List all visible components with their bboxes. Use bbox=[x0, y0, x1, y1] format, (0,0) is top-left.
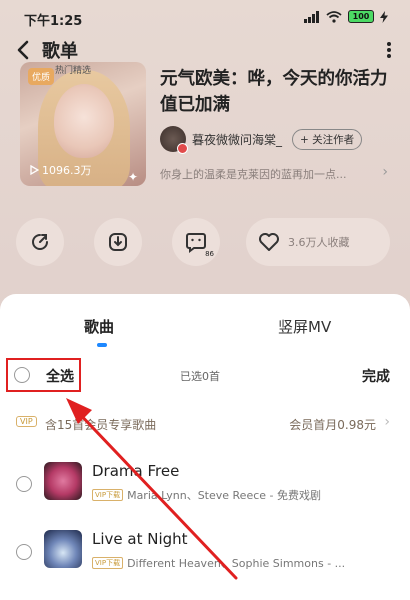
song-row[interactable]: Drama Free VIP下载 Maria Lynn、Steve Reece … bbox=[0, 456, 410, 512]
creator-name[interactable]: 暮夜微微问海棠_ bbox=[192, 131, 282, 148]
tab-songs[interactable]: 歌曲 bbox=[84, 316, 114, 337]
play-count-value: 1096.3万 bbox=[42, 164, 92, 177]
page-title: 歌单 bbox=[42, 41, 78, 62]
playlist-title: 元气欧美：哗，今天的你活力值已加满 bbox=[160, 69, 388, 115]
vip-download-badge: VIP下载 bbox=[92, 557, 124, 569]
chevron-right-icon[interactable]: › bbox=[384, 414, 390, 430]
creator-row: 暮夜微微问海棠_ + 关注作者 bbox=[160, 126, 363, 154]
song-title: Live at Night bbox=[92, 530, 188, 548]
vip-text: 含15首会员专享歌曲 bbox=[45, 418, 157, 432]
collect-button[interactable]: 3.6万人收藏 bbox=[246, 218, 390, 266]
tab-vertical-mv[interactable]: 竖屏MV bbox=[278, 316, 331, 337]
back-icon[interactable] bbox=[12, 38, 36, 62]
cover-face bbox=[54, 84, 114, 158]
cover-quality-tag: 优质 bbox=[28, 68, 55, 85]
song-meta: VIP下载 Different Heaven、Sophie Simmons - … bbox=[92, 555, 345, 571]
song-artist: Different Heaven、Sophie Simmons - ... bbox=[127, 557, 346, 570]
cover-subtitle: 热门精选 bbox=[55, 66, 92, 76]
select-all-checkbox[interactable] bbox=[14, 367, 30, 383]
status-icons: 100 bbox=[304, 10, 388, 23]
avatar-badge-icon bbox=[177, 143, 188, 154]
battery-icon: 100 bbox=[348, 10, 374, 23]
vip-download-badge: VIP下载 bbox=[92, 489, 124, 501]
share-icon bbox=[32, 234, 48, 250]
signal-icon bbox=[304, 10, 319, 23]
comment-button[interactable]: 86 bbox=[172, 218, 220, 266]
select-row: 全选 已选0首 完成 bbox=[0, 356, 410, 396]
chevron-right-icon[interactable]: › bbox=[382, 164, 388, 180]
action-row: 86 3.6万人收藏 bbox=[0, 218, 410, 270]
song-artist: Maria Lynn、Steve Reece - 免费戏剧 bbox=[127, 489, 321, 502]
vip-banner[interactable]: VIP 含15首会员专享歌曲 会员首月0.98元 › bbox=[0, 408, 410, 436]
play-count: 1096.3万 bbox=[30, 162, 92, 178]
song-thumbnail bbox=[44, 462, 82, 500]
song-row[interactable]: Live at Night VIP下载 Different Heaven、Sop… bbox=[0, 524, 410, 580]
song-title: Drama Free bbox=[92, 462, 180, 480]
vip-price[interactable]: 会员首月0.98元 bbox=[289, 416, 376, 433]
charging-icon bbox=[380, 10, 388, 23]
follow-button[interactable]: + 关注作者 bbox=[292, 128, 363, 150]
song-checkbox[interactable] bbox=[16, 476, 32, 492]
collect-count: 3.6万人收藏 bbox=[288, 236, 350, 249]
song-checkbox[interactable] bbox=[16, 544, 32, 560]
select-all-label[interactable]: 全选 bbox=[46, 366, 74, 386]
nav-bar: 歌单 bbox=[0, 34, 410, 64]
creator-avatar[interactable] bbox=[160, 126, 188, 154]
song-meta: VIP下载 Maria Lynn、Steve Reece - 免费戏剧 bbox=[92, 487, 321, 503]
heart-icon bbox=[259, 233, 279, 251]
done-button[interactable]: 完成 bbox=[362, 366, 390, 386]
comment-count-badge: 86 bbox=[205, 250, 214, 258]
more-icon[interactable] bbox=[384, 40, 394, 60]
wifi-icon bbox=[326, 10, 342, 23]
tab-indicator bbox=[97, 343, 107, 347]
song-thumbnail bbox=[44, 530, 82, 568]
song-select-sheet: 歌曲 竖屏MV 全选 已选0首 完成 VIP 含15首会员专享歌曲 会员首月0.… bbox=[0, 294, 410, 600]
download-button[interactable] bbox=[94, 218, 142, 266]
play-icon bbox=[30, 165, 39, 175]
download-icon bbox=[109, 233, 127, 251]
playlist-description[interactable]: 你身上的温柔是克莱因的蓝再加一点... bbox=[160, 166, 380, 182]
selected-count: 已选0首 bbox=[180, 370, 220, 383]
vip-badge: VIP bbox=[16, 416, 37, 427]
share-button[interactable] bbox=[16, 218, 64, 266]
star-icon: ✦ bbox=[128, 170, 139, 184]
status-bar: 下午1:25 100 bbox=[0, 0, 410, 36]
status-time: 下午1:25 bbox=[24, 14, 83, 29]
